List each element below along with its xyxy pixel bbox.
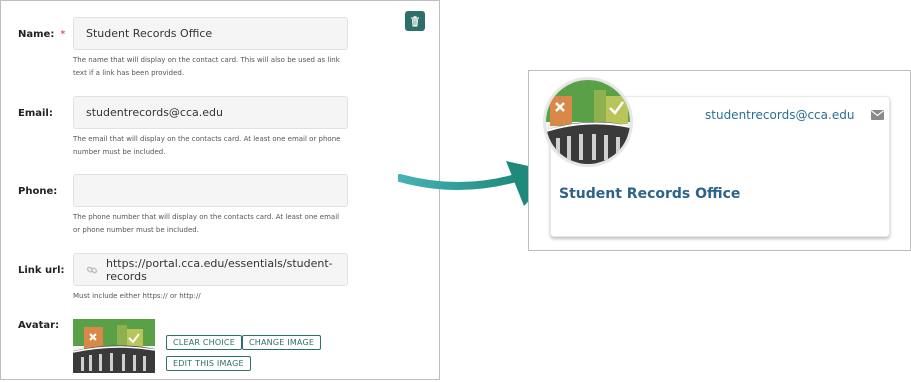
link-url-input[interactable]: https://portal.cca.edu/essentials/studen… (73, 253, 348, 286)
link-url-help-text: Must include either https:// or http:// (73, 292, 201, 300)
contact-card-name[interactable]: Student Records Office (559, 186, 740, 202)
envelope-icon (871, 110, 884, 120)
name-input[interactable]: Student Records Office (73, 17, 348, 50)
change-image-button[interactable]: CHANGE IMAGE (242, 335, 322, 350)
name-help-text: The name that will display on the contac… (73, 56, 340, 77)
phone-label: Phone: (18, 186, 58, 197)
required-mark: * (60, 29, 66, 40)
clear-choice-button[interactable]: CLEAR CHOICE (166, 335, 242, 350)
delete-button[interactable] (405, 11, 425, 31)
edit-image-button[interactable]: EDIT THIS IMAGE (166, 356, 251, 371)
email-input[interactable]: studentrecords@cca.edu (73, 96, 348, 129)
link-url-label: Link url: (18, 265, 65, 276)
contact-card-email[interactable]: studentrecords@cca.edu (705, 108, 854, 122)
avatar-label: Avatar: (18, 320, 60, 331)
email-help-text: The email that will display on the conta… (73, 135, 341, 156)
avatar-thumbnail (73, 319, 155, 373)
link-url-value: https://portal.cca.edu/essentials/studen… (105, 256, 333, 283)
name-input-value: Student Records Office (86, 27, 213, 40)
link-icon (86, 266, 98, 273)
phone-help-text: The phone number that will display on th… (73, 213, 340, 234)
name-label: Name: * (18, 29, 66, 40)
phone-input[interactable] (73, 174, 348, 207)
email-label: Email: (18, 108, 53, 119)
contact-card-avatar (543, 77, 633, 167)
email-input-value: studentrecords@cca.edu (86, 106, 223, 119)
trash-icon (411, 15, 419, 26)
